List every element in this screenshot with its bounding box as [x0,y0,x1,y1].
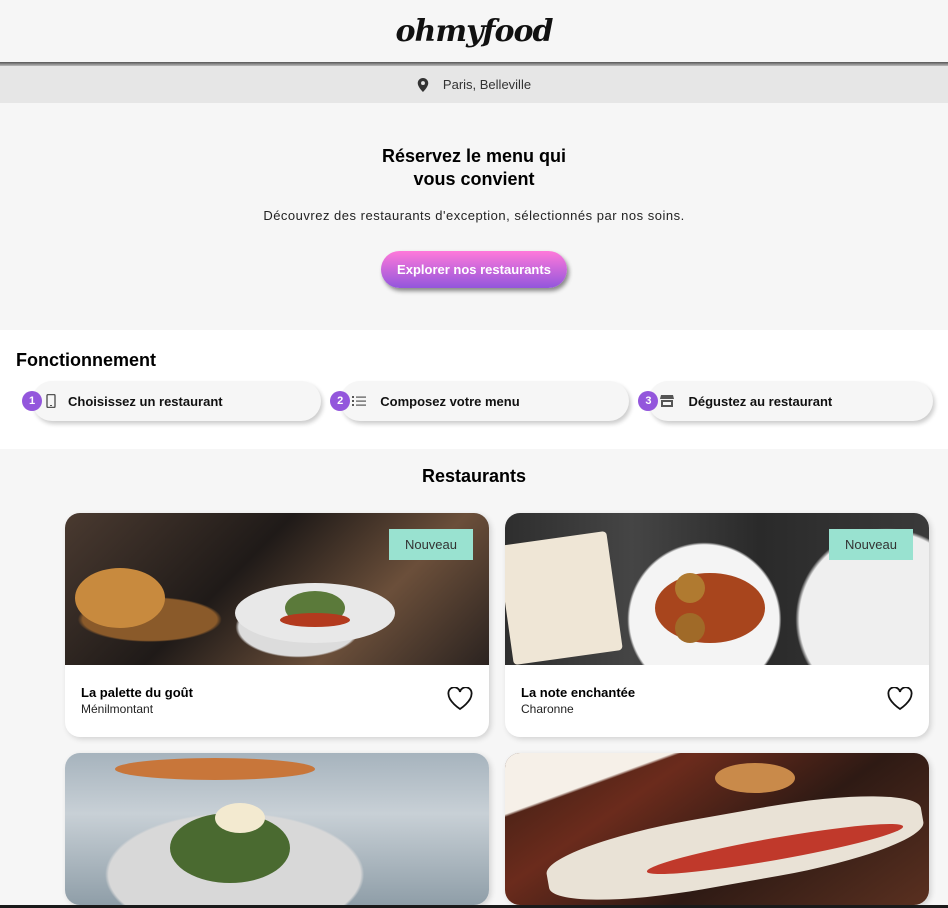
restaurant-card[interactable] [505,753,929,905]
new-badge: Nouveau [388,529,473,560]
store-icon [660,395,675,407]
step-number: 3 [638,391,659,411]
hero-subtitle: Découvrez des restaurants d'exception, s… [263,208,685,223]
restaurant-photo [505,753,929,905]
restaurants-title: Restaurants [421,466,527,486]
restaurant-photo: Nouveau [65,513,489,665]
hero-section: Réservez le menu qui vous convient Décou… [0,103,948,330]
hero-title: Réservez le menu qui vous convient [0,145,948,191]
card-body: La palette du goût Ménilmontant [65,665,489,737]
restaurant-photo: Nouveau [505,513,929,665]
step-3: 3 Dégustez au restaurant [638,381,933,421]
how-it-works-title: Fonctionnement [16,350,156,370]
restaurant-name: La palette du goût [81,685,193,700]
step-label: Composez votre menu [380,393,520,409]
location-text: Paris, Belleville [442,77,532,92]
map-pin-icon [417,77,429,92]
step-number: 2 [330,391,351,411]
step-label: Choisissez un restaurant [68,393,223,409]
hero-title-line1: Réservez le menu qui [381,146,567,166]
card-body: La note enchantée Charonne [505,665,929,737]
step-label: Dégustez au restaurant [688,393,833,409]
restaurant-area: Ménilmontant [81,702,154,716]
step-1: 1 Choisissez un restaurant [22,381,322,421]
restaurant-name: La note enchantée [521,685,636,700]
restaurants-grid: Nouveau La palette du goût Ménilmontant … [0,487,948,908]
location-bar: Paris, Belleville [0,66,948,103]
heart-icon[interactable] [887,687,913,711]
hero-title-line2: vous convient [413,169,535,189]
restaurants-section: Restaurants Nouveau La palette du goût M… [0,449,948,908]
new-badge: Nouveau [828,529,913,560]
restaurant-area: Charonne [521,702,574,716]
steps-list: 1 Choisissez un restaurant 2 Composez vo… [16,381,933,421]
restaurant-card[interactable]: Nouveau La palette du goût Ménilmontant [65,513,489,737]
mobile-phone-icon [46,394,56,408]
list-icon [352,396,367,406]
restaurant-card[interactable] [65,753,489,905]
explore-restaurants-button[interactable]: Explorer nos restaurants [381,251,567,288]
how-it-works-section: Fonctionnement 1 Choisissez un restauran… [0,330,948,449]
site-header: ohmyfood [0,0,948,62]
heart-icon[interactable] [447,687,473,711]
logo[interactable]: ohmyfood [396,14,554,49]
restaurant-card[interactable]: Nouveau La note enchantée Charonne [505,513,929,737]
step-2: 2 Composez votre menu [330,381,630,421]
restaurant-photo [65,753,489,905]
step-number: 1 [22,391,42,411]
